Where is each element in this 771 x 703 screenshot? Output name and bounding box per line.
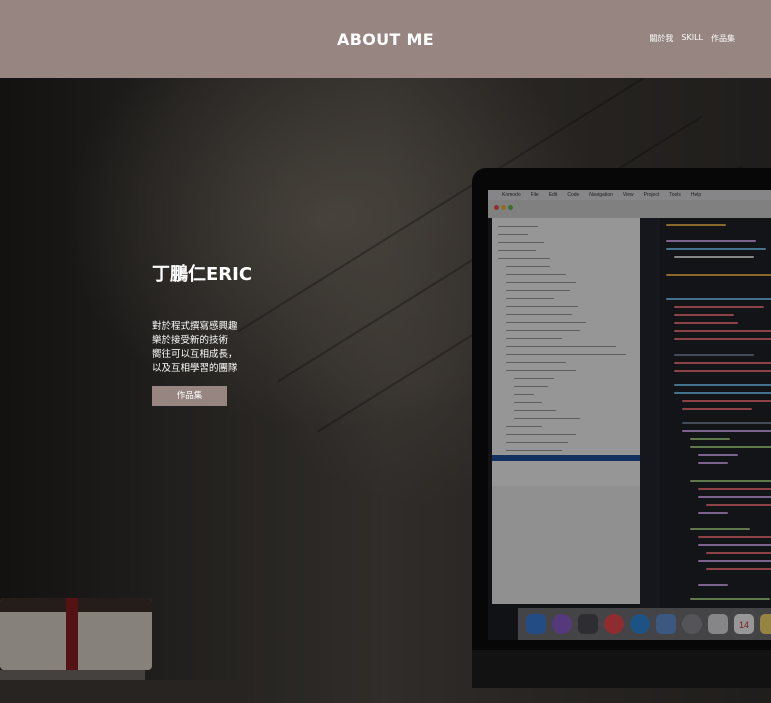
- nav-portfolio[interactable]: 作品集: [711, 33, 735, 44]
- nav-about[interactable]: 關於我: [649, 33, 673, 44]
- hero-section: Komodo File Edit Code Navigation View Pr…: [0, 78, 771, 703]
- portfolio-button[interactable]: 作品集: [152, 386, 227, 406]
- nav-skill[interactable]: SKILL: [681, 33, 703, 44]
- main-nav: 關於我 SKILL 作品集: [649, 33, 735, 44]
- intro-block: 丁鵬仁ERIC 對於程式撰寫感興趣 樂於接受新的技術 嚮往可以互相成長， 以及互…: [152, 260, 252, 406]
- description-line: 以及互相學習的團隊: [152, 363, 238, 374]
- profile-name: 丁鵬仁ERIC: [152, 264, 253, 285]
- description-line: 對於程式撰寫感興趣: [152, 321, 238, 332]
- description-line: 樂於接受新的技術: [152, 335, 229, 346]
- site-header: ABOUT ME 關於我 SKILL 作品集: [0, 0, 771, 78]
- description-line: 嚮往可以互相成長，: [152, 349, 238, 360]
- profile-description: 對於程式撰寫感興趣 樂於接受新的技術 嚮往可以互相成長， 以及互相學習的團隊: [152, 320, 252, 376]
- hero-overlay: [0, 78, 771, 703]
